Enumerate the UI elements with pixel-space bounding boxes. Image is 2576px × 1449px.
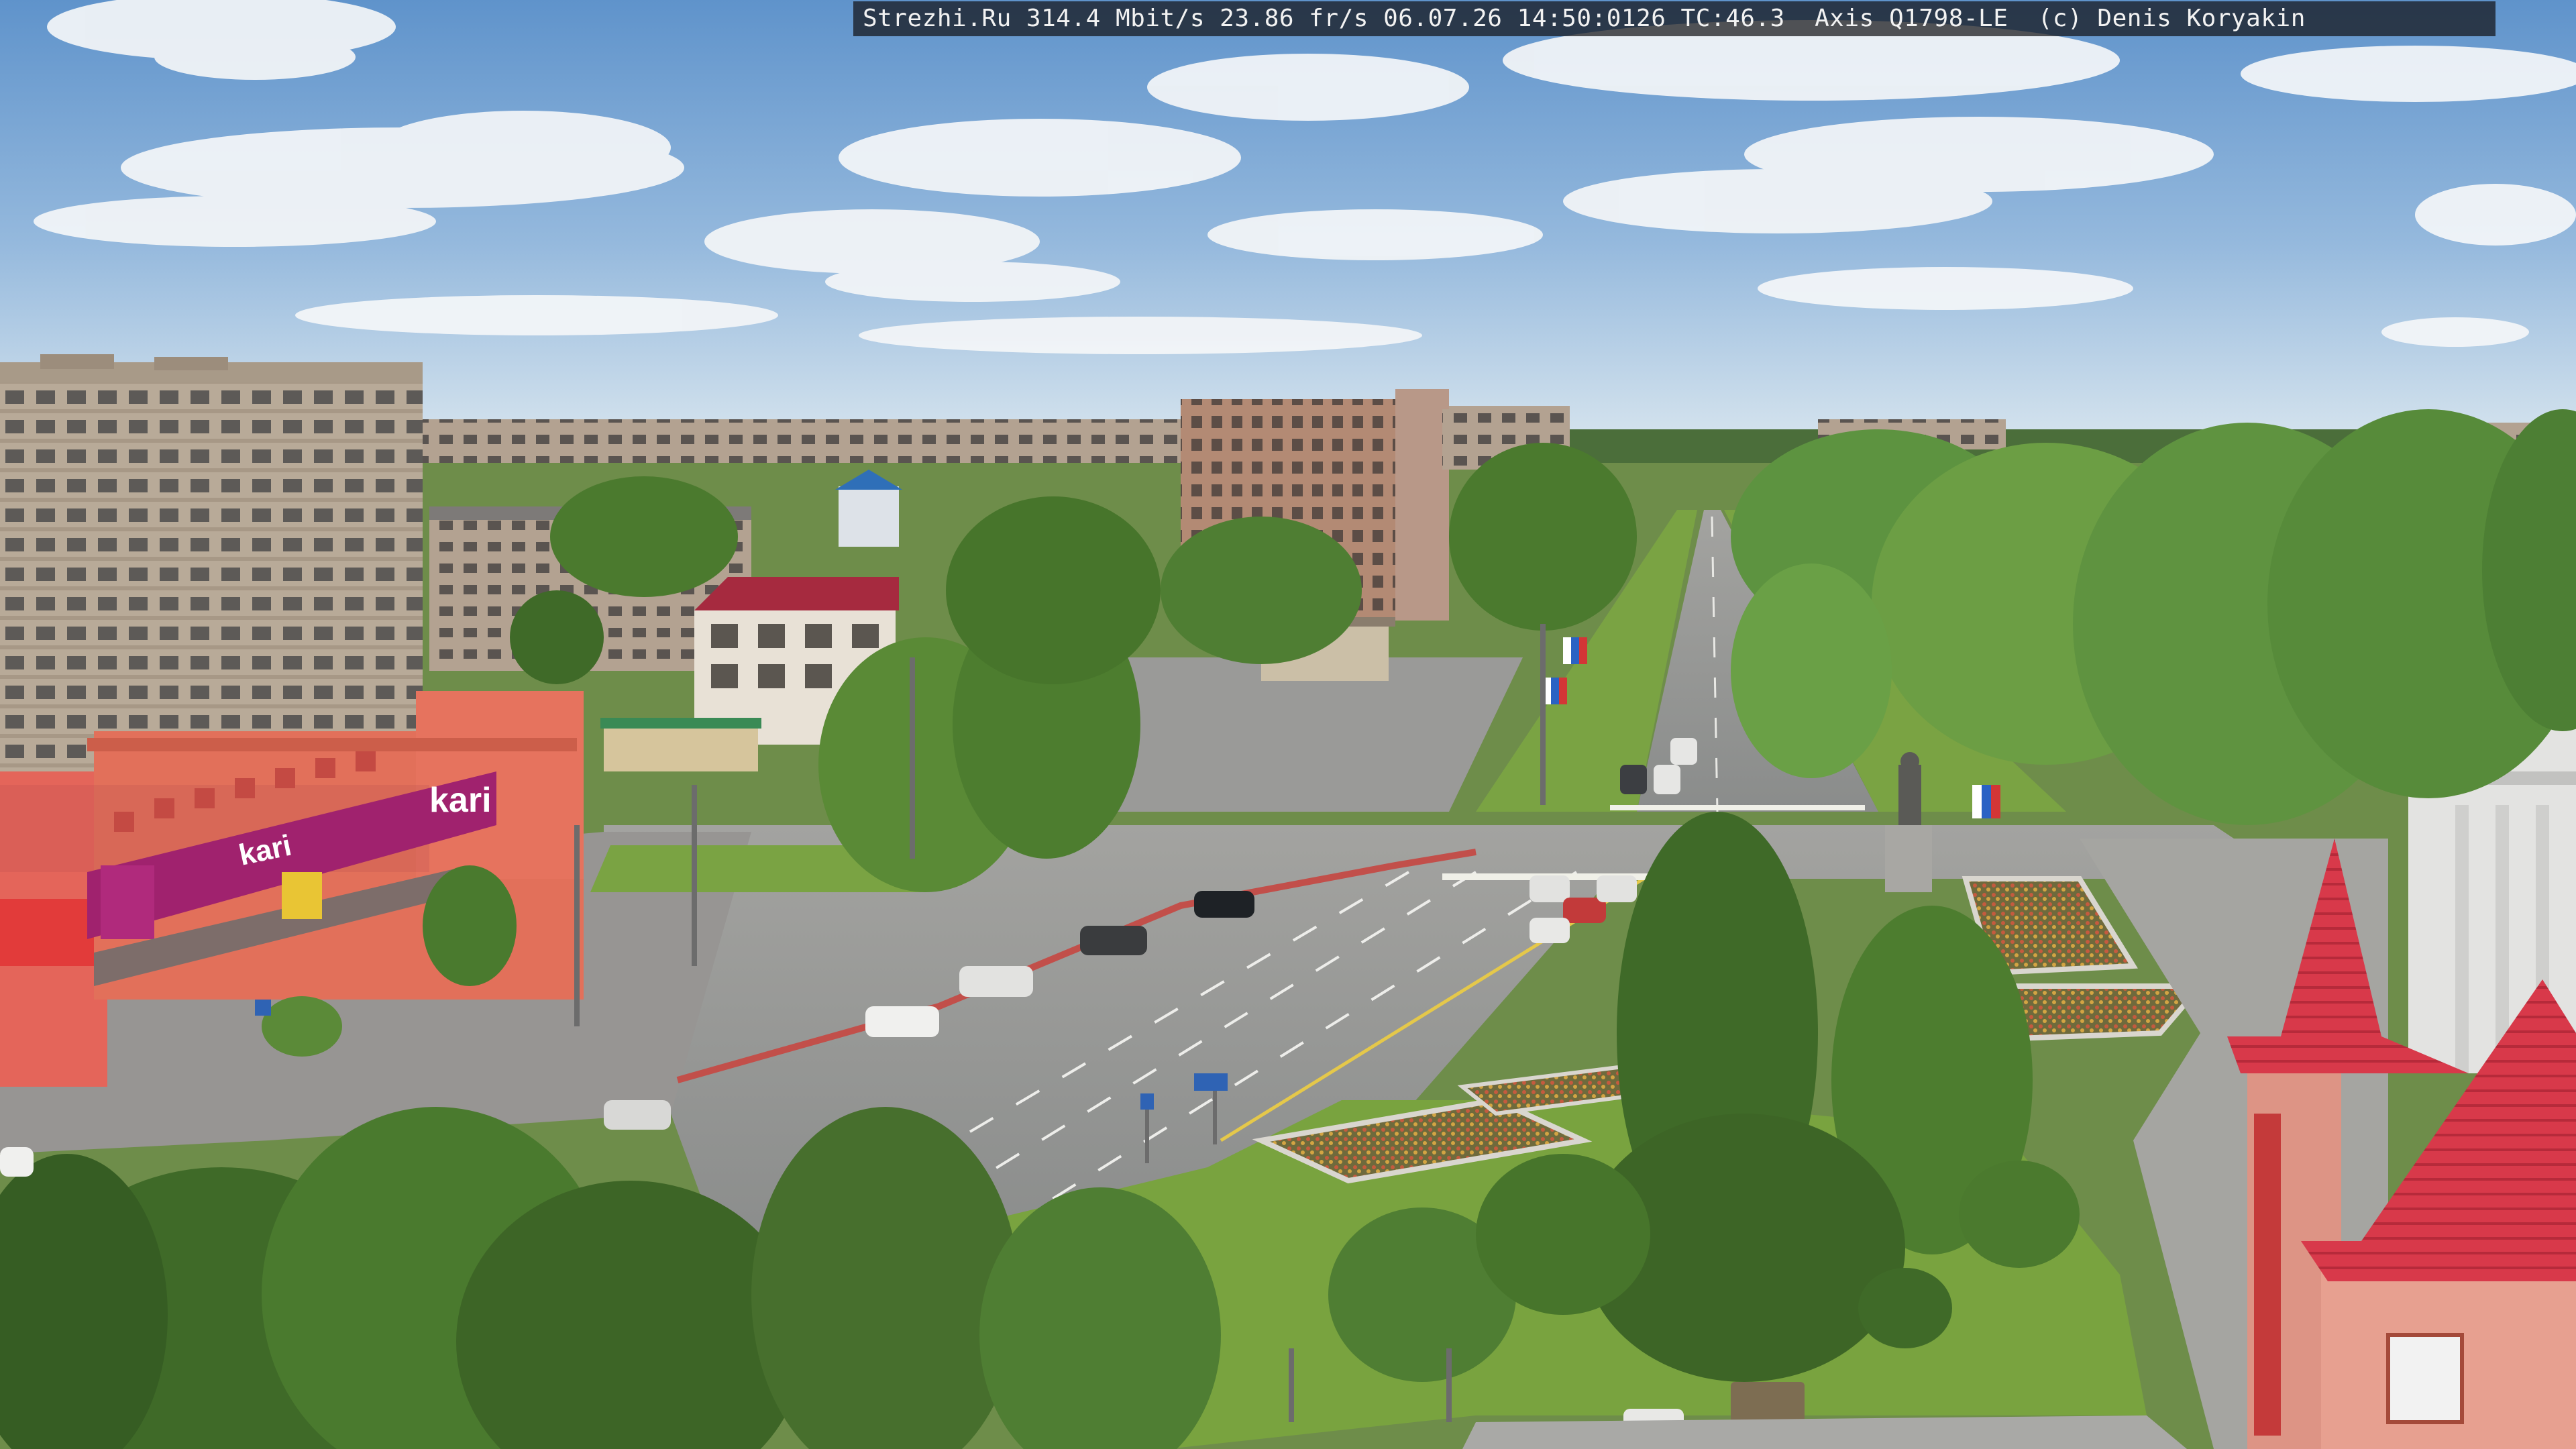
car <box>1563 898 1606 923</box>
apartment-block-left <box>0 354 423 792</box>
car <box>1620 765 1647 794</box>
car <box>1529 918 1570 943</box>
car <box>1194 891 1254 918</box>
car <box>604 1100 671 1130</box>
car <box>1597 875 1637 902</box>
car <box>959 966 1033 997</box>
webcam-frame: kari kari Strezhi.Ru 314.4 Mbit/s 23.86 … <box>0 0 2576 1449</box>
car <box>865 1006 939 1037</box>
car <box>1080 926 1147 955</box>
car <box>1529 875 1570 902</box>
car <box>0 1147 34 1177</box>
car <box>1654 765 1680 794</box>
city-scene: kari kari <box>0 0 2576 1449</box>
store-brand-sign: kari <box>429 781 492 820</box>
camera-overlay-text: Strezhi.Ru 314.4 Mbit/s 23.86 fr/s 06.07… <box>853 1 2496 36</box>
car <box>1670 738 1697 765</box>
kiosk <box>604 724 758 771</box>
